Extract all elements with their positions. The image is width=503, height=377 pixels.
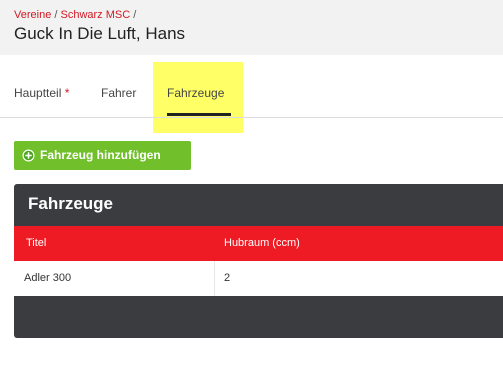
breadcrumb: Vereine / Schwarz MSC / [14, 9, 136, 22]
column-divider [214, 261, 215, 296]
breadcrumb-link-club[interactable]: Schwarz MSC [61, 9, 131, 21]
breadcrumb-separator: / [133, 9, 137, 21]
active-tab-indicator [167, 113, 231, 116]
column-header-displacement[interactable]: Hubraum (ccm) [224, 226, 300, 261]
plus-circle-icon [22, 149, 35, 162]
breadcrumb-separator: / [54, 9, 58, 21]
tab-label: Fahrzeuge [167, 86, 225, 100]
column-header-title[interactable]: Titel [26, 226, 46, 261]
page-header: Vereine / Schwarz MSC / Guck In Die Luft… [0, 0, 503, 55]
table-header: Titel Hubraum (ccm) [14, 226, 503, 261]
tabs-divider [0, 117, 503, 118]
add-vehicle-button[interactable]: Fahrzeug hinzufügen [14, 141, 191, 170]
table-row[interactable]: Adler 300 2 [14, 261, 503, 296]
tab-bar: Hauptteil * Fahrer Fahrzeuge [0, 62, 503, 133]
vehicles-panel: Fahrzeuge Titel Hubraum (ccm) Adler 300 … [14, 184, 503, 338]
tab-fahrer[interactable]: Fahrer [101, 86, 136, 100]
required-marker: * [64, 86, 70, 100]
page-title: Guck In Die Luft, Hans [14, 24, 186, 43]
tab-fahrzeuge[interactable]: Fahrzeuge [167, 86, 224, 100]
cell-title: Adler 300 [24, 272, 72, 284]
tab-hauptteil[interactable]: Hauptteil * [14, 86, 69, 100]
panel-title: Fahrzeuge [28, 194, 114, 213]
cell-displacement: 2 [224, 272, 231, 284]
tab-label: Fahrer [101, 86, 137, 100]
breadcrumb-link-vereine[interactable]: Vereine [14, 9, 51, 21]
add-vehicle-label: Fahrzeug hinzufügen [40, 148, 161, 162]
tab-label: Hauptteil [14, 86, 62, 100]
